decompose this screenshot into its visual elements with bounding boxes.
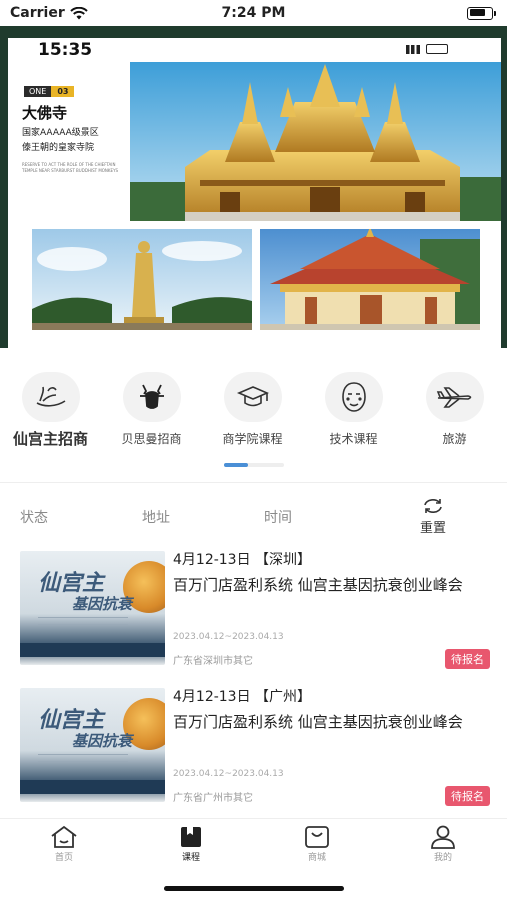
poster-subtitle: 国家AAAAA级景区 傣王朝的皇家寺院: [22, 126, 137, 156]
airplane-icon: [425, 372, 484, 422]
event-title: 百万门店盈利系统 仙宫主基因抗衰创业峰会: [173, 713, 463, 731]
thumbnail-lines: [38, 754, 128, 762]
status-left: Carrier: [10, 5, 88, 21]
banner-page-dot: [245, 337, 257, 339]
section-divider: [0, 482, 507, 483]
shopping-bag-icon: [305, 826, 329, 848]
home-icon: [51, 825, 77, 848]
graduation-cap-icon: [223, 372, 282, 422]
temple-hall-photo: [260, 229, 480, 330]
category-label: 商学院课程: [222, 432, 283, 446]
person-icon: [431, 825, 455, 849]
tab-label: 课程: [181, 853, 200, 863]
category-scroll-indicator-fill: [224, 463, 248, 467]
poster-time: 15:35: [38, 40, 93, 60]
poster-fine-print: RESERVE TO ACT THE ROLE OF THE CHIEFTAIN…: [22, 162, 119, 173]
category-item-business-school[interactable]: 商学院课程: [202, 372, 303, 452]
filter-status[interactable]: 状态: [20, 507, 48, 527]
poster-subtitle-line2: 傣王朝的皇家寺院: [22, 143, 95, 153]
event-address: 广东省深圳市其它: [173, 656, 253, 667]
carrier-label: Carrier: [10, 5, 65, 21]
wifi-icon: [70, 6, 88, 19]
banner-page-dot: [205, 337, 217, 339]
category-scroll-indicator: [224, 463, 284, 467]
face-mask-icon: [324, 372, 383, 422]
book-icon: [181, 827, 201, 847]
event-thumbnail: 仙宫主 基因抗衰: [20, 688, 165, 802]
event-thumbnail: 仙宫主 基因抗衰: [20, 551, 165, 665]
category-label: 贝思曼招商: [121, 432, 182, 446]
poster-phone-icons: [406, 44, 448, 54]
poster-tag-one: ONE: [24, 86, 52, 97]
refresh-icon: [424, 499, 442, 513]
event-date-range: 2023.04.12~2023.04.13: [173, 769, 284, 779]
event-title: 百万门店盈利系统 仙宫主基因抗衰创业峰会: [173, 576, 463, 594]
thumbnail-lines: [38, 617, 128, 625]
filter-bar: 状态 地址 时间 重置: [0, 497, 507, 537]
category-label: 仙宫主招商: [12, 430, 88, 448]
category-item-tech-course[interactable]: 技术课程: [303, 372, 404, 452]
category-label: 技术课程: [329, 432, 378, 446]
deer-icon: [122, 372, 181, 422]
category-label: 旅游: [442, 432, 467, 446]
category-item-xiangongzhu[interactable]: 仙宫主招商: [0, 372, 101, 452]
reset-button[interactable]: 重置: [420, 497, 446, 536]
category-grid: 仙宫主招商 贝思曼招商 商学院课程 技术课程 旅游: [0, 372, 507, 452]
category-item-beisiman[interactable]: 贝思曼招商: [101, 372, 202, 452]
banner-carousel[interactable]: 15:35 ONE 03 大佛寺 国家AAAAA级景区 傣王朝的皇家寺院 RES…: [0, 26, 507, 348]
hand-flower-icon: [21, 372, 80, 422]
event-card[interactable]: 仙宫主 基因抗衰 4月12-13日 【深圳】 百万门店盈利系统 仙宫主基因抗衰创…: [20, 547, 490, 672]
home-indicator: [164, 886, 344, 891]
status-bar: Carrier 7:24 PM: [0, 0, 507, 26]
tab-label: 我的: [433, 853, 452, 863]
poster-battery-icon: [426, 44, 448, 54]
poster-tag-number: 03: [51, 86, 75, 97]
buddha-photo: [32, 229, 252, 330]
event-date-range: 2023.04.12~2023.04.13: [173, 632, 284, 642]
temple-photo: [130, 62, 501, 221]
banner-page-dot: [221, 337, 241, 339]
tab-course[interactable]: 课程: [151, 825, 231, 863]
tab-profile[interactable]: 我的: [403, 825, 483, 863]
battery-icon: [467, 6, 496, 20]
poster-subtitle-line1: 国家AAAAA级景区: [22, 128, 99, 138]
event-address: 广东省广州市其它: [173, 793, 253, 804]
thumbnail-subtitle: 基因抗衰: [72, 595, 133, 613]
thumbnail-band: [20, 643, 165, 657]
event-date: 4月12-13日 【广州】: [173, 689, 312, 705]
tab-mall[interactable]: 商城: [277, 825, 357, 863]
tab-label: 商城: [307, 853, 326, 863]
filter-time[interactable]: 时间: [264, 507, 292, 527]
event-date: 4月12-13日 【深圳】: [173, 552, 312, 568]
poster-tag: ONE 03: [24, 86, 75, 97]
category-item-travel[interactable]: 旅游: [404, 372, 505, 452]
thumbnail-subtitle: 基因抗衰: [72, 732, 133, 750]
status-badge: 待报名: [445, 649, 490, 669]
poster-signal-icon: [406, 44, 420, 54]
filter-address[interactable]: 地址: [142, 507, 170, 527]
status-badge: 待报名: [445, 786, 490, 806]
banner-page-dots: [205, 337, 257, 339]
thumbnail-band: [20, 780, 165, 794]
reset-label: 重置: [420, 521, 447, 536]
event-card[interactable]: 仙宫主 基因抗衰 4月12-13日 【广州】 百万门店盈利系统 仙宫主基因抗衰创…: [20, 684, 490, 809]
tab-home[interactable]: 首页: [24, 825, 104, 863]
poster-title: 大佛寺: [22, 104, 68, 122]
tab-label: 首页: [54, 853, 73, 863]
banner-poster: 15:35 ONE 03 大佛寺 国家AAAAA级景区 傣王朝的皇家寺院 RES…: [8, 38, 501, 348]
